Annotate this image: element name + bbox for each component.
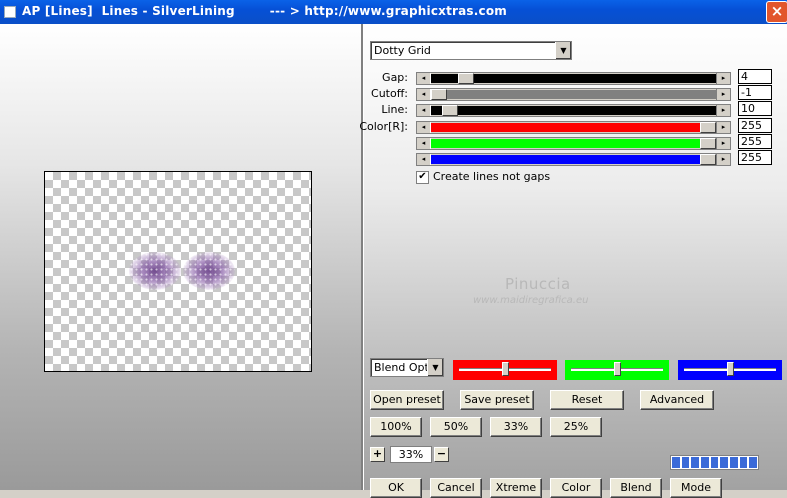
blend-options-dropdown[interactable]: Blend Optio ▼: [370, 358, 444, 377]
blend-options-value: Blend Optio: [374, 361, 427, 374]
color-r-label: Color[R]:: [359, 120, 408, 133]
green-decrement-icon[interactable]: ◂: [417, 138, 431, 149]
green-channel-control[interactable]: [565, 360, 669, 380]
create-lines-label: Create lines not gaps: [433, 170, 551, 183]
save-preset-button[interactable]: Save preset: [460, 390, 534, 410]
zoom-level-field[interactable]: 33%: [390, 446, 432, 463]
chevron-down-icon[interactable]: ▼: [555, 42, 571, 59]
gap-slider[interactable]: ◂ ▸: [416, 72, 731, 85]
zoom-50-button[interactable]: 50%: [430, 417, 482, 437]
cancel-button[interactable]: Cancel: [430, 478, 482, 498]
ok-button[interactable]: OK: [370, 478, 422, 498]
blue-slider[interactable]: ◂ ▸: [416, 153, 731, 166]
window-icon[interactable]: [4, 6, 16, 18]
green-value-field[interactable]: 255: [738, 134, 772, 149]
preset-dropdown-value: Dotty Grid: [374, 44, 431, 57]
red-increment-icon[interactable]: ▸: [716, 122, 730, 133]
blue-slider-track[interactable]: [431, 155, 716, 164]
cutoff-label: Cutoff:: [371, 87, 408, 100]
blue-channel-knob[interactable]: [727, 362, 734, 376]
line-value-field[interactable]: 10: [738, 101, 772, 116]
title-bar: AP [Lines] Lines - SilverLining --- > ht…: [0, 0, 787, 24]
open-preset-button[interactable]: Open preset: [370, 390, 444, 410]
red-channel-control[interactable]: [453, 360, 557, 380]
blend-button[interactable]: Blend: [610, 478, 662, 498]
red-decrement-icon[interactable]: ◂: [417, 122, 431, 133]
green-increment-icon[interactable]: ▸: [716, 138, 730, 149]
line-decrement-icon[interactable]: ◂: [417, 105, 431, 116]
gap-decrement-icon[interactable]: ◂: [417, 73, 431, 84]
window-title: AP [Lines] Lines - SilverLining --- > ht…: [22, 4, 507, 18]
gap-value-field[interactable]: 4: [738, 69, 772, 84]
preset-dropdown[interactable]: Dotty Grid ▼: [370, 41, 572, 60]
red-slider[interactable]: ◂ ▸: [416, 121, 731, 134]
create-lines-checkbox[interactable]: ✔: [416, 171, 429, 184]
progress-indicator: [670, 455, 759, 470]
blue-channel-control[interactable]: [678, 360, 782, 380]
color-button[interactable]: Color: [550, 478, 602, 498]
gap-slider-thumb[interactable]: [458, 73, 474, 84]
red-value-field[interactable]: 255: [738, 118, 772, 133]
green-slider-thumb[interactable]: [700, 138, 716, 149]
reset-button[interactable]: Reset: [550, 390, 624, 410]
preview-shape-right: [183, 252, 235, 290]
cutoff-slider-thumb[interactable]: [431, 89, 447, 100]
cutoff-increment-icon[interactable]: ▸: [716, 89, 730, 100]
line-label: Line:: [381, 103, 408, 116]
cutoff-slider-track[interactable]: [431, 90, 716, 99]
zoom-25-button[interactable]: 25%: [550, 417, 602, 437]
zoom-in-button[interactable]: +: [370, 447, 385, 462]
mode-button[interactable]: Mode: [670, 478, 722, 498]
red-channel-knob[interactable]: [502, 362, 509, 376]
advanced-button[interactable]: Advanced: [640, 390, 714, 410]
green-slider-track[interactable]: [431, 139, 716, 148]
line-slider-thumb[interactable]: [442, 105, 458, 116]
green-channel-knob[interactable]: [614, 362, 621, 376]
line-slider[interactable]: ◂ ▸: [416, 104, 731, 117]
cutoff-decrement-icon[interactable]: ◂: [417, 89, 431, 100]
zoom-100-button[interactable]: 100%: [370, 417, 422, 437]
preview-canvas[interactable]: [44, 171, 312, 372]
zoom-out-button[interactable]: −: [434, 447, 449, 462]
cutoff-slider[interactable]: ◂ ▸: [416, 88, 731, 101]
close-button[interactable]: ×: [766, 1, 787, 23]
red-slider-track[interactable]: [431, 123, 716, 132]
gap-label: Gap:: [382, 71, 408, 84]
blue-increment-icon[interactable]: ▸: [716, 154, 730, 165]
watermark-site: www.maidiregrafica.eu: [473, 295, 589, 306]
chevron-down-icon[interactable]: ▼: [427, 359, 443, 376]
cutoff-value-field[interactable]: -1: [738, 85, 772, 100]
line-increment-icon[interactable]: ▸: [716, 105, 730, 116]
zoom-33-button[interactable]: 33%: [490, 417, 542, 437]
gap-increment-icon[interactable]: ▸: [716, 73, 730, 84]
green-slider[interactable]: ◂ ▸: [416, 137, 731, 150]
xtreme-button[interactable]: Xtreme: [490, 478, 542, 498]
line-slider-track[interactable]: [431, 106, 716, 115]
preview-shape-left: [129, 252, 181, 290]
watermark-name: Pinuccia: [505, 275, 571, 293]
blue-decrement-icon[interactable]: ◂: [417, 154, 431, 165]
red-slider-thumb[interactable]: [700, 122, 716, 133]
blue-value-field[interactable]: 255: [738, 150, 772, 165]
blue-slider-thumb[interactable]: [700, 154, 716, 165]
